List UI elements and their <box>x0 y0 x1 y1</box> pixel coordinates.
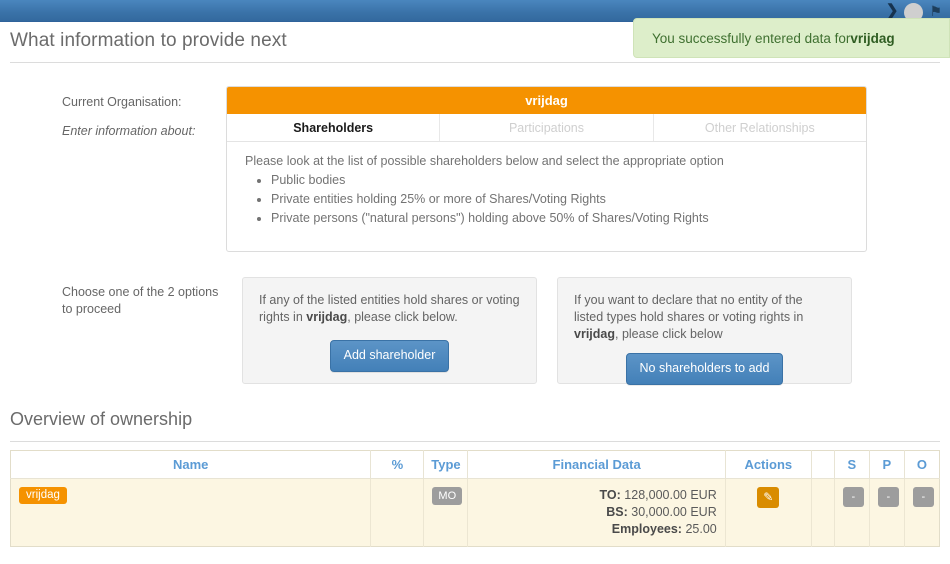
cell-p: - <box>869 478 905 547</box>
tab-shareholders[interactable]: Shareholders <box>227 114 439 141</box>
notification-org-name: vrijdag <box>850 30 895 46</box>
title-divider <box>10 62 940 63</box>
cell-actions: ✎ <box>725 478 812 547</box>
shareholders-panel: vrijdag Shareholders Participations Othe… <box>226 86 867 252</box>
financial-balance-line: BS: 30,000.00 EUR <box>476 504 717 521</box>
financial-balance-label: BS: <box>606 505 628 519</box>
table-row: vrijdag MO TO: 128,000.00 EUR BS: 30,000… <box>10 478 940 547</box>
label-current-organisation: Current Organisation: <box>62 95 182 109</box>
financial-turnover-line: TO: 128,000.00 EUR <box>476 487 717 504</box>
financial-employees-value: 25.00 <box>685 522 717 536</box>
financial-turnover-value: 128,000.00 EUR <box>624 488 717 502</box>
option2-text-after: , please click below <box>615 327 723 341</box>
page-title: What information to provide next <box>10 30 287 51</box>
panel-intro-text: Please look at the list of possible shar… <box>245 154 724 168</box>
financial-turnover-label: TO: <box>599 488 621 502</box>
tab-participations[interactable]: Participations <box>439 114 652 141</box>
table-header-row: Name % Type Financial Data Actions S P O <box>10 450 940 479</box>
option2-text-before: If you want to declare that no entity of… <box>574 293 804 324</box>
option2-org-name: vrijdag <box>574 327 615 341</box>
table-body: vrijdag MO TO: 128,000.00 EUR BS: 30,000… <box>10 478 940 547</box>
column-header-p: P <box>869 450 905 479</box>
p-status-button[interactable]: - <box>877 487 899 507</box>
cell-name: vrijdag <box>10 478 372 547</box>
type-badge: MO <box>432 487 463 505</box>
flag-icon[interactable]: ⚑ <box>929 4 942 18</box>
cell-actions-spacer <box>811 478 835 547</box>
option1-button-wrap: Add shareholder <box>259 340 520 372</box>
table-head: Name % Type Financial Data Actions S P O <box>10 450 940 479</box>
organisation-name-badge[interactable]: vrijdag <box>19 487 67 504</box>
column-header-type[interactable]: Type <box>423 450 469 479</box>
panel-body: Please look at the list of possible shar… <box>227 142 866 227</box>
o-status-button[interactable]: - <box>912 487 934 507</box>
column-header-name[interactable]: Name <box>10 450 372 479</box>
financial-employees-line: Employees: 25.00 <box>476 521 717 538</box>
no-shareholders-to-add-button[interactable]: No shareholders to add <box>625 353 784 385</box>
cell-financial-data: TO: 128,000.00 EUR BS: 30,000.00 EUR Emp… <box>467 478 726 547</box>
panel-org-header: vrijdag <box>227 87 866 114</box>
edit-icon[interactable]: ✎ <box>757 487 780 508</box>
option1-text-after: , please click below. <box>347 310 458 324</box>
option-box-no-shareholders: If you want to declare that no entity of… <box>557 277 852 385</box>
shareholder-criteria-list: Public bodies Private entities holding 2… <box>245 172 866 227</box>
notification-text: You successfully entered data for <box>652 30 851 46</box>
option1-org-name: vrijdag <box>306 310 348 324</box>
tab-other-relationships[interactable]: Other Relationships <box>652 114 866 141</box>
option-box-add-shareholder: If any of the listed entities hold share… <box>242 277 537 384</box>
overview-divider <box>10 441 940 442</box>
column-header-o: O <box>904 450 940 479</box>
financial-employees-label: Employees: <box>611 522 682 536</box>
success-notification: You successfully entered data for vrijda… <box>633 18 950 58</box>
column-header-actions: Actions <box>725 450 812 479</box>
ownership-table: Name % Type Financial Data Actions S P O… <box>10 450 940 547</box>
option2-button-wrap: No shareholders to add <box>574 353 835 385</box>
label-choose-options: Choose one of the 2 options to proceed <box>62 285 219 316</box>
add-shareholder-button[interactable]: Add shareholder <box>329 340 450 372</box>
cell-type: MO <box>423 478 469 547</box>
ownership-table-wrapper: Name % Type Financial Data Actions S P O… <box>10 450 940 547</box>
financial-balance-value: 30,000.00 EUR <box>631 505 717 519</box>
list-item: Private persons ("natural persons") hold… <box>271 210 866 227</box>
overview-section-title: Overview of ownership <box>10 409 193 429</box>
chevron-right-icon[interactable]: ❯ <box>886 3 899 18</box>
column-header-s: S <box>834 450 870 479</box>
cell-s: - <box>834 478 870 547</box>
column-header-blank <box>811 450 835 479</box>
list-item: Public bodies <box>271 172 866 189</box>
column-header-financial-data[interactable]: Financial Data <box>467 450 726 479</box>
list-item: Private entities holding 25% or more of … <box>271 191 866 208</box>
column-header-percent[interactable]: % <box>370 450 425 479</box>
s-status-button[interactable]: - <box>842 487 864 507</box>
panel-tabs: Shareholders Participations Other Relati… <box>227 114 866 142</box>
label-enter-information-about: Enter information about: <box>62 124 196 138</box>
cell-percent <box>370 478 425 547</box>
cell-o: - <box>904 478 940 547</box>
